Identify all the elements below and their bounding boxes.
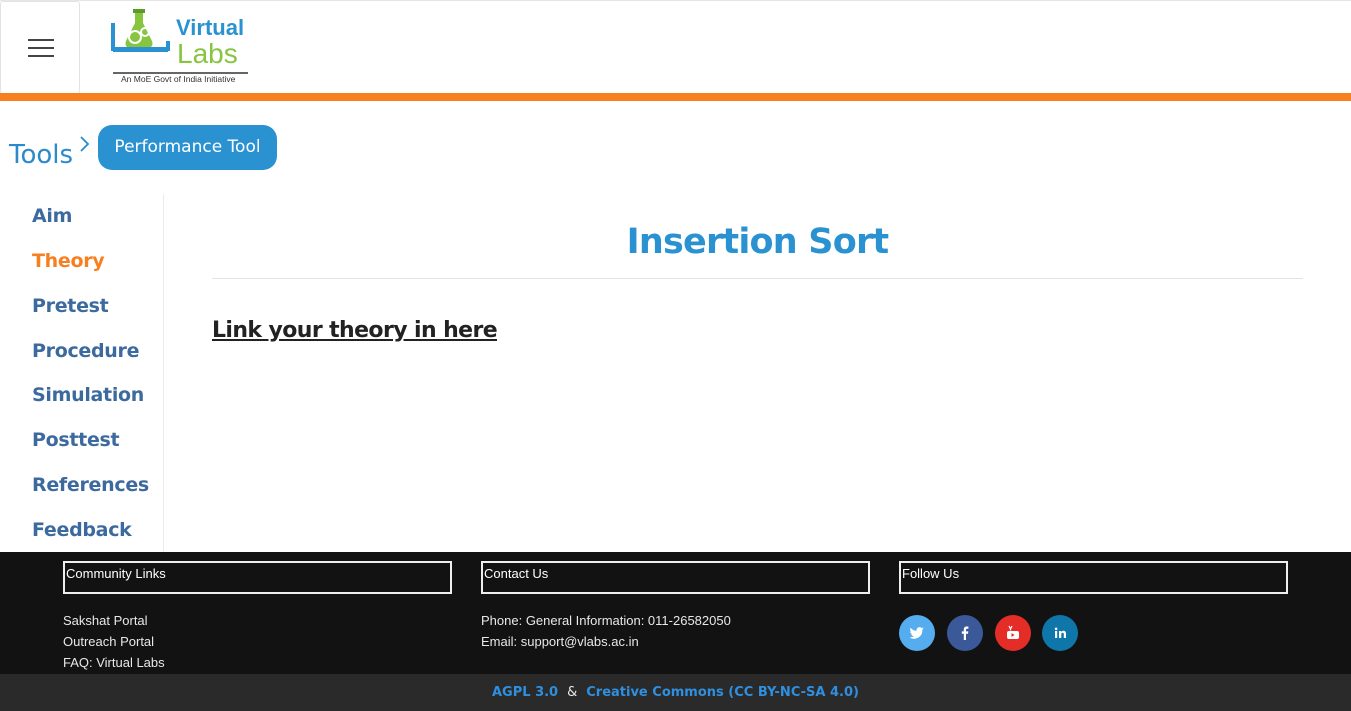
header-accent-bar [0,93,1351,101]
follow-us-heading: Follow Us [899,561,1288,594]
contact-phone: Phone: General Information: 011-26582050 [481,613,731,628]
site-footer: Community Links Contact Us Follow Us Sak… [0,552,1351,674]
outreach-portal-link[interactable]: Outreach Portal [63,634,154,649]
svg-text:Virtual: Virtual [176,15,244,40]
breadcrumb-tools-link[interactable]: Tools [9,140,73,170]
breadcrumb-performance-tool-button[interactable]: Performance Tool [98,125,277,170]
contact-email: Email: support@vlabs.ac.in [481,634,639,649]
sidebar-item-aim[interactable]: Aim [32,205,72,227]
facebook-icon[interactable] [947,615,983,651]
sidebar-item-pretest[interactable]: Pretest [32,295,109,317]
hamburger-line [28,39,54,41]
svg-text:Labs: Labs [177,38,238,69]
license-bar: AGPL 3.0 & Creative Commons (CC BY-NC-SA 4… [0,674,1351,711]
menu-toggle-button[interactable] [0,1,80,94]
license-separator: & [567,685,578,700]
theory-link[interactable]: Link your theory in here [212,318,498,343]
agpl-license-link[interactable]: AGPL 3.0 [492,685,558,700]
sidebar-item-theory[interactable]: Theory [32,250,105,272]
hamburger-line [28,47,54,49]
community-links-heading: Community Links [63,561,452,594]
page-title: Insertion Sort [626,222,890,262]
sidebar-item-references[interactable]: References [32,474,149,496]
sidebar-item-simulation[interactable]: Simulation [32,384,144,406]
svg-text:An MoE Govt of India Initiativ: An MoE Govt of India Initiative [121,74,236,84]
experiment-sidebar: Aim Theory Pretest Procedure Simulation … [0,194,164,552]
faq-link[interactable]: FAQ: Virtual Labs [63,655,165,670]
sidebar-item-posttest[interactable]: Posttest [32,429,120,451]
sakshat-portal-link[interactable]: Sakshat Portal [63,613,148,628]
site-header: Virtual Labs An MoE Govt of India Initia… [0,0,1351,94]
linkedin-icon[interactable] [1042,615,1078,651]
title-divider [212,278,1303,279]
contact-us-heading: Contact Us [481,561,870,594]
sidebar-item-procedure[interactable]: Procedure [32,340,139,362]
twitter-icon[interactable] [899,615,935,651]
youtube-icon[interactable] [995,615,1031,651]
creative-commons-link[interactable]: Creative Commons (CC BY-NC-SA 4.0) [586,685,859,700]
virtual-labs-logo[interactable]: Virtual Labs An MoE Govt of India Initia… [80,1,283,94]
sidebar-item-feedback[interactable]: Feedback [32,519,132,541]
chevron-right-icon [80,136,90,152]
hamburger-line [28,55,54,57]
